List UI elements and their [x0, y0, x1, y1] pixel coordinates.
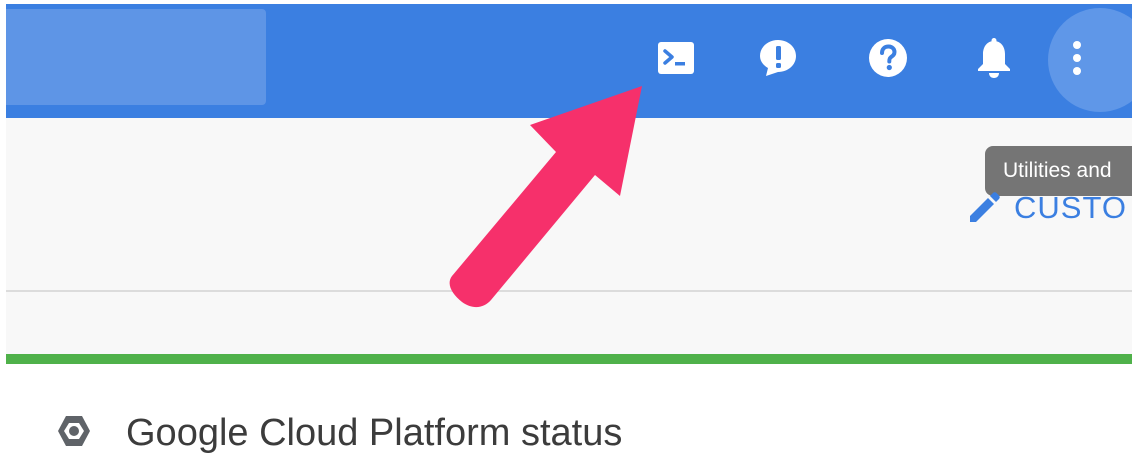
notifications-button[interactable]	[972, 36, 1016, 80]
notifications-icon	[975, 37, 1013, 79]
help-button[interactable]	[866, 36, 910, 80]
more-vert-icon	[1071, 40, 1083, 81]
top-app-bar	[6, 4, 1132, 118]
console-screenshot: Utilities and CUSTO Google Cloud Platfor…	[0, 0, 1132, 466]
toolbar-strip	[6, 292, 1132, 354]
search-bar[interactable]	[6, 9, 266, 105]
more-options-button[interactable]	[1048, 8, 1132, 112]
feedback-button[interactable]	[756, 36, 800, 80]
cloud-shell-icon	[657, 41, 695, 75]
content-header	[6, 118, 1132, 292]
pencil-icon	[966, 188, 1002, 229]
cloud-shell-button[interactable]	[654, 36, 698, 80]
status-card-header[interactable]: Google Cloud Platform status	[56, 412, 622, 455]
gcp-hexagon-icon	[56, 413, 92, 454]
status-indicator-bar	[6, 354, 1132, 364]
customize-label: CUSTO	[1014, 190, 1127, 225]
customize-button[interactable]: CUSTO	[966, 186, 1127, 230]
feedback-icon	[757, 37, 799, 79]
tooltip-text: Utilities and	[1003, 159, 1112, 182]
help-icon	[868, 38, 908, 78]
status-title: Google Cloud Platform status	[126, 412, 623, 454]
